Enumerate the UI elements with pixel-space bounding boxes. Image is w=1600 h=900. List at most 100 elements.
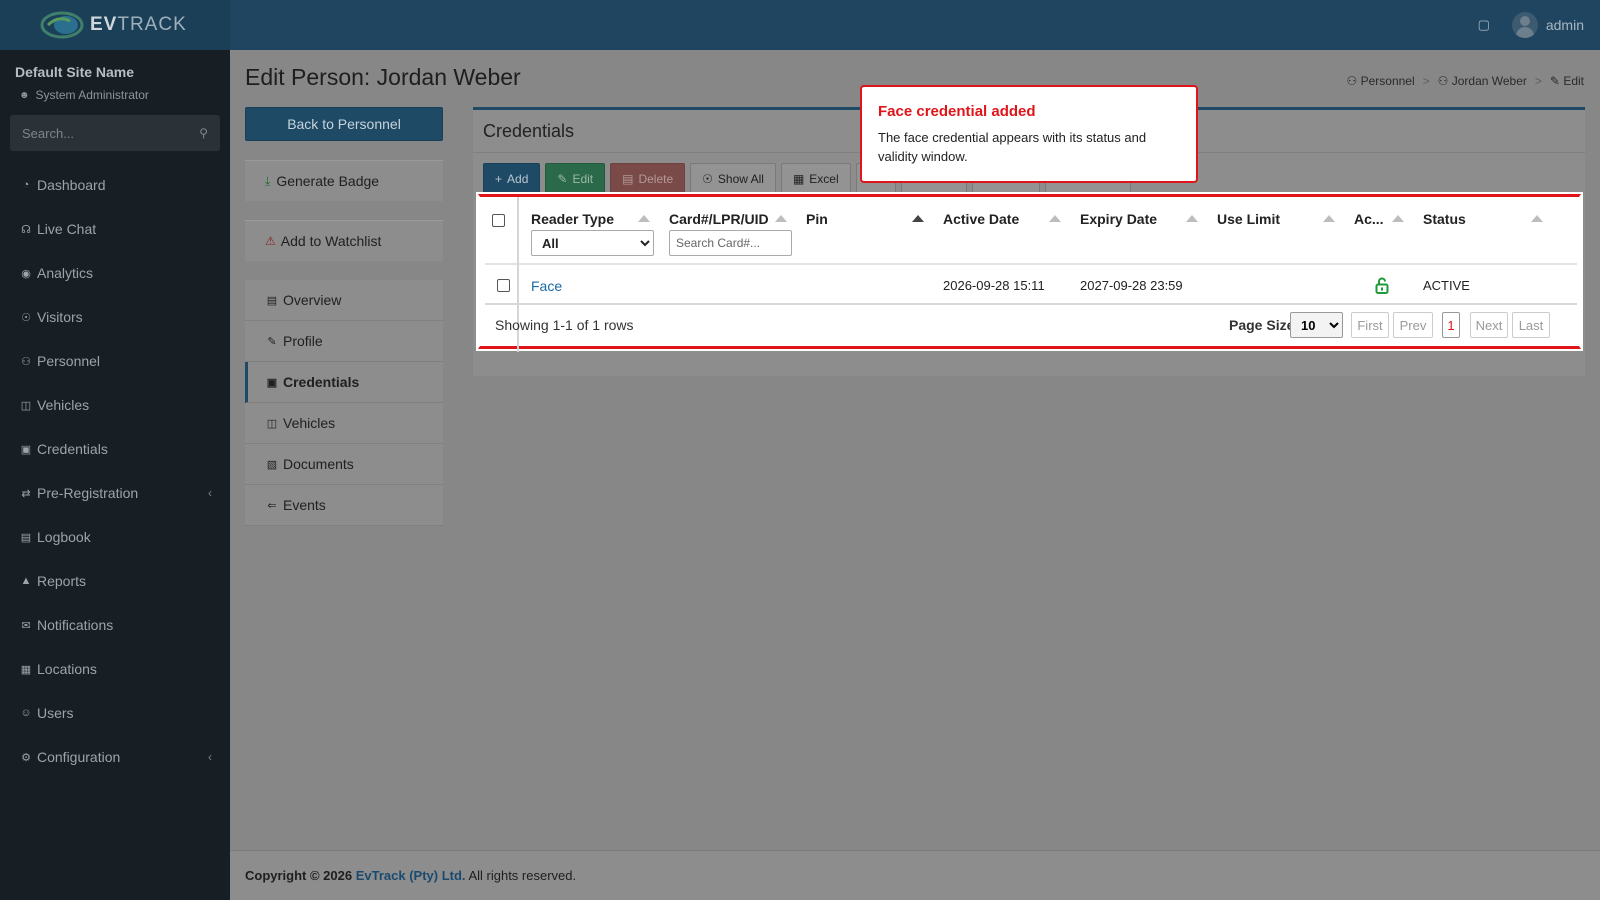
sort-icon[interactable] (1323, 215, 1335, 222)
sort-icon[interactable] (775, 215, 787, 222)
person-tabs: ▤ Overview ✎ Profile ▣ Credentials ◫ Vehicle… (245, 280, 443, 526)
tab-vehicles[interactable]: ◫ Vehicles (245, 403, 443, 444)
back-to-personnel-button[interactable]: Back to Personnel (245, 107, 443, 141)
tab-overview[interactable]: ▤ Overview (245, 280, 443, 321)
page-size-select[interactable]: 10 (1290, 312, 1343, 338)
tab-documents[interactable]: ▧ Documents (245, 444, 443, 485)
breadcrumb: ⚇ Personnel > ⚇ Jordan Weber > ✎ Edit (1347, 74, 1585, 88)
user-menu[interactable]: admin (1511, 12, 1584, 38)
book-icon: ▤ (20, 531, 32, 544)
breadcrumb-separator: > (1422, 74, 1430, 88)
gear-icon: ⚙ (21, 751, 31, 764)
sidebar-item-configuration[interactable]: ⚙ Configuration ‹ (0, 735, 230, 779)
sidebar-nav: ◔ Dashboard ☊ Live Chat ◉ Analytics ☉ Visito… (0, 163, 230, 779)
eye-icon: ☉ (21, 311, 31, 324)
add-button[interactable]: + Add (483, 163, 541, 194)
breadcrumb-personnel[interactable]: ⚇ Personnel (1347, 74, 1415, 88)
prev-page-button[interactable]: Prev (1393, 312, 1433, 338)
tab-credentials[interactable]: ▣ Credentials (245, 362, 443, 403)
sort-icon[interactable] (1049, 215, 1061, 222)
panel-title: Credentials (483, 121, 575, 141)
sidebar-item-analytics[interactable]: ◉ Analytics (0, 251, 230, 295)
sidebar-item-logbook[interactable]: ▤ Logbook (0, 515, 230, 559)
user-group-icon: ⚇ (1437, 74, 1452, 88)
tab-profile[interactable]: ✎ Profile (245, 321, 443, 362)
company-link[interactable]: EvTrack (Pty) Ltd. (356, 868, 466, 883)
message-icon: ✉ (21, 619, 31, 632)
logo-icon (40, 11, 84, 39)
sidebar-item-locations[interactable]: ▦ Locations (0, 647, 230, 691)
sidebar-item-reports[interactable]: ▲ Reports (0, 559, 230, 603)
next-page-button[interactable]: Next (1470, 312, 1508, 338)
eye-icon: ☉ (702, 171, 713, 186)
download-icon: ⤓ (265, 173, 271, 188)
annotation-callout: Face credential added The face credentia… (860, 85, 1198, 183)
top-bar: EVTRACK ▢ admin (0, 0, 1600, 50)
column-header[interactable]: Card#/LPR/UID (669, 211, 769, 227)
edit-button[interactable]: ✎ Edit (545, 163, 606, 194)
user-role: ☻ System Administrator (19, 88, 149, 102)
rows-info: Showing 1-1 of 1 rows (495, 317, 634, 333)
current-page-button[interactable]: 1 (1442, 312, 1460, 338)
avatar (1511, 12, 1538, 38)
row-checkbox[interactable] (497, 279, 510, 292)
sidebar: Default Site Name ☻ System Administrator… (0, 50, 230, 900)
sort-icon[interactable] (912, 215, 924, 222)
generate-badge-button[interactable]: ⤓ Generate Badge (245, 160, 443, 201)
column-header[interactable]: Status (1423, 211, 1466, 227)
delete-button[interactable]: ▤ Delete (610, 163, 686, 194)
sidebar-item-pre-registration[interactable]: ⇄ Pre-Registration ‹ (0, 471, 230, 515)
site-name: Default Site Name (15, 64, 135, 80)
reader-type-link[interactable]: Face (531, 278, 562, 294)
swap-icon: ⇄ (21, 487, 31, 500)
sidebar-item-visitors[interactable]: ☉ Visitors (0, 295, 230, 339)
sidebar-item-credentials[interactable]: ▣ Credentials (0, 427, 230, 471)
column-header[interactable]: Use Limit (1217, 211, 1280, 227)
table-footer: Showing 1-1 of 1 rows Page Size 10 First… (485, 307, 1577, 345)
column-header[interactable]: Expiry Date (1080, 211, 1157, 227)
select-all-checkbox[interactable] (492, 214, 505, 227)
last-page-button[interactable]: Last (1512, 312, 1550, 338)
car-icon: ◫ (20, 399, 32, 412)
sidebar-item-dashboard[interactable]: ◔ Dashboard (0, 163, 230, 207)
card-search-input[interactable] (669, 230, 792, 256)
first-page-button[interactable]: First (1351, 312, 1389, 338)
callout-title: Face credential added (878, 103, 1036, 120)
sort-icon[interactable] (1392, 215, 1404, 222)
sort-icon[interactable] (1186, 215, 1198, 222)
column-header[interactable]: Pin (806, 211, 828, 227)
search-icon[interactable]: ⚲ (199, 126, 208, 140)
tab-events[interactable]: ⇐ Events (245, 485, 443, 526)
pencil-icon: ✎ (267, 335, 277, 348)
sidebar-item-users[interactable]: ☺ Users (0, 691, 230, 735)
plus-icon: + (495, 171, 503, 186)
column-header[interactable]: Active Date (943, 211, 1019, 227)
breadcrumb-person[interactable]: ⚇ Jordan Weber (1438, 74, 1527, 88)
user-group-icon: ⚇ (1346, 74, 1361, 88)
logo-area[interactable]: EVTRACK (0, 0, 230, 50)
sidebar-item-notifications[interactable]: ✉ Notifications (0, 603, 230, 647)
sidebar-item-vehicles[interactable]: ◫ Vehicles (0, 383, 230, 427)
page-size-label: Page Size (1229, 317, 1295, 333)
column-header[interactable]: Ac... (1354, 211, 1384, 227)
list-icon: ▤ (266, 294, 278, 307)
sidebar-item-live-chat[interactable]: ☊ Live Chat (0, 207, 230, 251)
book-icon[interactable]: ▢ (1478, 17, 1490, 33)
column-header[interactable]: Reader Type (531, 211, 614, 227)
id-card-icon: ▣ (266, 376, 278, 389)
sidebar-search: ⚲ (10, 115, 220, 151)
pencil-icon: ✎ (1549, 74, 1564, 88)
expiry-date-cell: 2027-09-28 23:59 (1080, 278, 1183, 293)
car-icon: ◫ (266, 417, 278, 430)
reader-type-filter[interactable]: All (531, 230, 654, 256)
headset-icon: ☊ (21, 223, 31, 236)
chart-icon: ▲ (20, 575, 32, 587)
excel-button[interactable]: ▦ Excel (780, 163, 851, 194)
show-all-button[interactable]: ☉ Show All (690, 163, 776, 194)
table-row[interactable]: Face 2026-09-28 15:11 2027-09-28 23:59 A… (485, 267, 1577, 305)
sort-icon[interactable] (638, 215, 650, 222)
search-input[interactable] (22, 125, 200, 141)
sort-icon[interactable] (1531, 215, 1543, 222)
sidebar-item-personnel[interactable]: ⚇ Personnel (0, 339, 230, 383)
add-to-watchlist-button[interactable]: ⚠ Add to Watchlist (245, 220, 443, 261)
